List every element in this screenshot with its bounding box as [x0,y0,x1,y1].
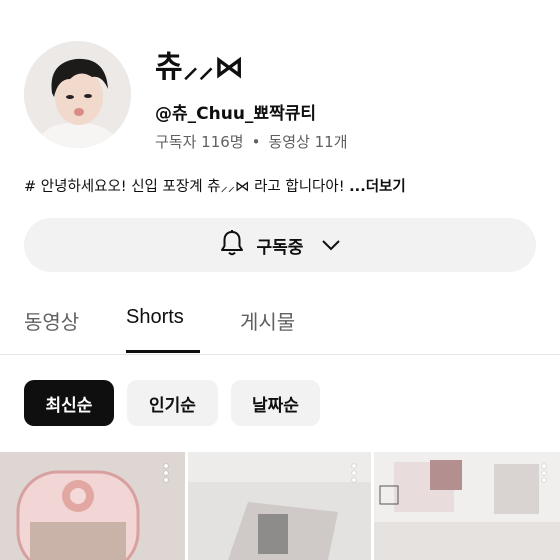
short-thumbnail[interactable] [0,452,185,560]
channel-stats: 구독자 116명 • 동영상 11개 [155,131,348,152]
active-tab-indicator [126,350,200,353]
subscribed-label: 구독중 [256,237,304,258]
chevron-down-icon [321,236,341,255]
short-thumbnail[interactable] [188,452,371,560]
stats-separator: • [251,133,261,151]
subscriber-count: 구독자 116명 [155,133,244,151]
description-text: # 안녕하세요오! 신입 포장계 츄⸝⸝⋈ 라고 합니다아! [24,179,345,195]
thumbnail-image [0,452,185,560]
thumbnail-image [188,452,371,560]
thumbnail-image [374,452,560,560]
channel-name: 츄⸝⸝⋈ [155,50,245,85]
tab-shorts[interactable]: Shorts [126,306,184,329]
chip-latest[interactable]: 최신순 [24,380,114,426]
channel-description[interactable]: # 안녕하세요오! 신입 포장계 츄⸝⸝⋈ 라고 합니다아! ...더보기 [24,175,406,196]
bell-icon [219,229,245,261]
more-vert-icon[interactable] [352,464,356,482]
chip-popular[interactable]: 인기순 [127,380,218,426]
tab-videos[interactable]: 동영상 [24,306,79,335]
short-thumbnail[interactable] [374,452,560,560]
tab-posts[interactable]: 게시물 [240,306,295,335]
subscribed-button[interactable]: 구독중 [24,218,536,272]
chip-oldest[interactable]: 날짜순 [231,380,320,426]
more-vert-icon[interactable] [164,464,168,482]
channel-avatar[interactable] [24,41,131,148]
more-vert-icon[interactable] [542,464,546,482]
more-link[interactable]: ...더보기 [349,179,406,195]
channel-tabs: 동영상 Shorts 게시물 [0,296,560,355]
avatar-image [24,41,131,148]
channel-handle: @츄_Chuu_뾰짝큐티 [155,104,316,124]
video-count: 동영상 11개 [268,133,348,151]
